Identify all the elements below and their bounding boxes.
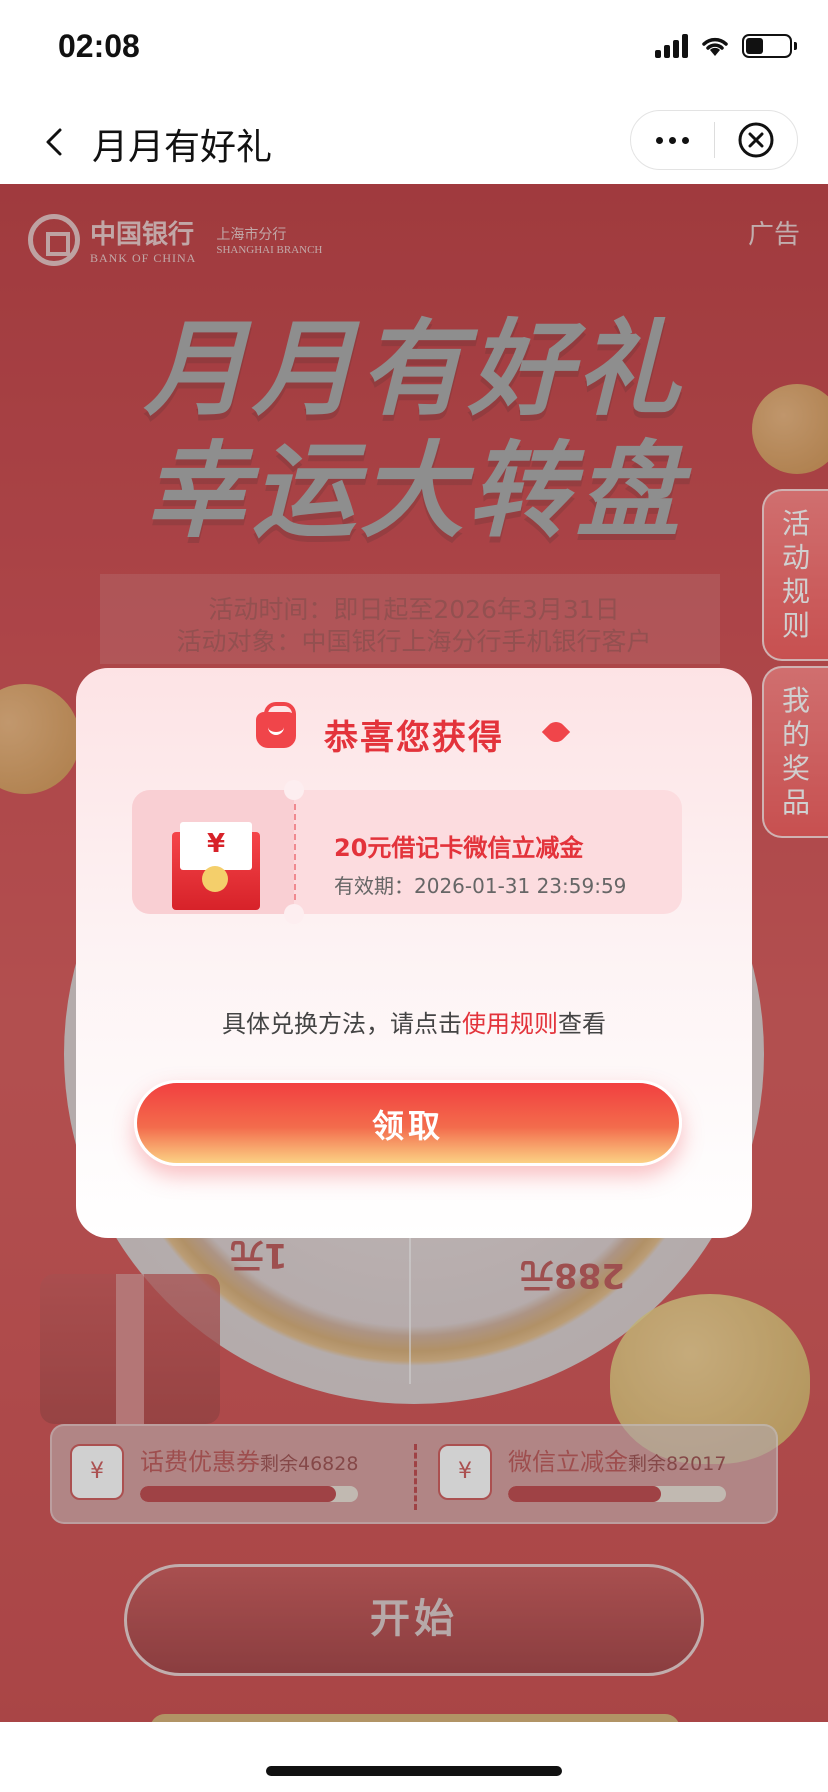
red-envelope-icon: ¥	[172, 822, 260, 910]
wifi-icon	[702, 37, 728, 56]
status-icons	[655, 34, 797, 58]
nav-bar: 月月有好礼	[0, 100, 828, 184]
home-area	[0, 1722, 828, 1792]
coupon-notch	[284, 780, 304, 800]
home-indicator[interactable]	[266, 1766, 562, 1776]
claim-button[interactable]: 领取	[134, 1080, 682, 1166]
more-button[interactable]	[631, 111, 714, 169]
modal-title: 恭喜您获得	[324, 718, 504, 758]
coupon-card: ¥ 20元借记卡微信立减金 有效期：2026-01-31 23:59:59	[132, 780, 682, 924]
coupon-left-panel: ¥	[132, 790, 294, 914]
coupon-divider	[294, 804, 296, 900]
back-icon[interactable]	[36, 124, 72, 160]
nav-title: 月月有好礼	[92, 127, 273, 168]
envelope-seal	[202, 866, 228, 892]
cellular-signal-icon	[655, 34, 688, 58]
miniprogram-capsule	[630, 110, 798, 170]
status-bar: 02:08	[0, 0, 828, 100]
battery-icon	[742, 34, 797, 58]
coupon-notch	[284, 904, 304, 924]
prize-modal: 恭喜您获得 ¥ 20元借记卡微信立减金 有效期：2026-01-31 23:59…	[76, 668, 752, 1238]
coupon-symbol: ¥	[180, 822, 252, 870]
redeem-hint: 具体兑换方法，请点击使用规则查看	[76, 1004, 752, 1039]
close-circle-icon	[738, 122, 774, 158]
status-time: 02:08	[58, 28, 140, 64]
usage-rules-link[interactable]: 使用规则	[462, 1010, 558, 1038]
close-button[interactable]	[715, 111, 798, 169]
coupon-name: 20元借记卡微信立减金	[334, 834, 584, 862]
hint-suffix: 查看	[558, 1010, 606, 1038]
coupon-expiry: 有效期：2026-01-31 23:59:59	[334, 874, 627, 898]
hint-prefix: 具体兑换方法，请点击	[222, 1010, 462, 1038]
